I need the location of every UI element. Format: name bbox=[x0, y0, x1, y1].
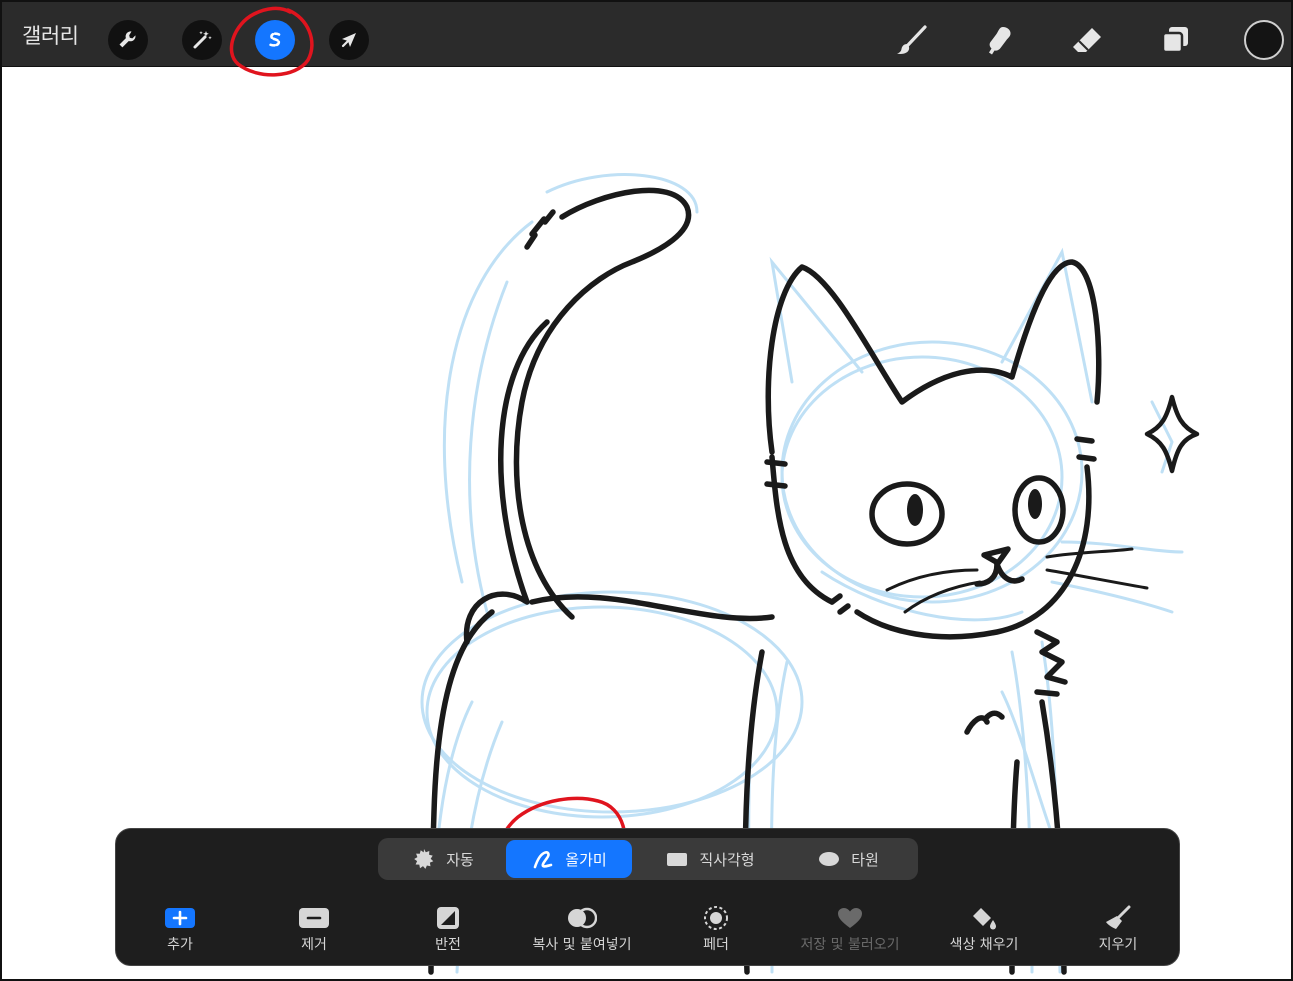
save-load-button-label: 저장 및 불러오기 bbox=[800, 937, 900, 953]
app-window: 갤러리 자동 올가미 직사각형 타원 추가 제거 반전 복사 및 붙여넣기 페더… bbox=[0, 0, 1293, 981]
color-fill-button[interactable]: 색상 채우기 bbox=[914, 905, 1054, 957]
copy-paste-button[interactable]: 복사 및 붙여넣기 bbox=[512, 905, 652, 957]
wrench-icon bbox=[119, 31, 136, 48]
selection-button[interactable] bbox=[255, 20, 295, 60]
lasso-icon bbox=[533, 851, 553, 869]
mode-auto[interactable]: 자동 bbox=[384, 840, 502, 878]
gallery-button[interactable]: 갤러리 bbox=[22, 24, 79, 48]
color-fill-icon bbox=[973, 908, 996, 930]
copy-paste-icon bbox=[568, 907, 597, 929]
remove-icon bbox=[299, 908, 329, 928]
transform-button[interactable] bbox=[329, 20, 369, 60]
color-fill-button-label: 색상 채우기 bbox=[949, 937, 1019, 953]
cat-pupils bbox=[907, 489, 1042, 526]
clear-button-label: 지우기 bbox=[1098, 937, 1138, 953]
selection-mode-segment: 자동 올가미 직사각형 타원 bbox=[378, 838, 918, 880]
smudge-button[interactable] bbox=[978, 20, 1020, 62]
brush-icon bbox=[897, 25, 927, 54]
smudge-icon bbox=[989, 27, 1011, 55]
arrow-cursor-icon bbox=[341, 33, 356, 48]
mode-lasso[interactable]: 올가미 bbox=[506, 840, 632, 878]
mode-rectangle-label: 직사각형 bbox=[699, 850, 755, 869]
broom-icon bbox=[1106, 905, 1131, 929]
actions-button[interactable] bbox=[108, 20, 148, 60]
remove-button[interactable]: 제거 bbox=[244, 905, 384, 957]
add-icon bbox=[165, 908, 195, 928]
mode-ellipse-label: 타원 bbox=[851, 850, 879, 869]
eraser-button[interactable] bbox=[1066, 20, 1108, 62]
selection-s-icon bbox=[268, 32, 281, 47]
feather-button[interactable]: 페더 bbox=[646, 905, 786, 957]
auto-select-icon bbox=[414, 849, 434, 869]
copy-paste-button-label: 복사 및 붙여넣기 bbox=[532, 937, 632, 953]
magic-wand-icon bbox=[193, 31, 212, 49]
mode-lasso-label: 올가미 bbox=[565, 850, 607, 869]
add-button[interactable]: 추가 bbox=[110, 905, 250, 957]
heart-icon bbox=[838, 908, 862, 928]
feather-icon bbox=[704, 906, 728, 930]
mode-ellipse[interactable]: 타원 bbox=[788, 840, 908, 878]
layers-button[interactable] bbox=[1154, 20, 1196, 62]
top-toolbar: 갤러리 bbox=[2, 2, 1291, 67]
clear-button[interactable]: 지우기 bbox=[1048, 905, 1188, 957]
color-picker-button[interactable] bbox=[1244, 20, 1284, 60]
add-button-label: 추가 bbox=[167, 937, 193, 953]
invert-icon bbox=[437, 907, 459, 929]
layers-icon bbox=[1161, 27, 1188, 54]
selection-panel: 자동 올가미 직사각형 타원 추가 제거 반전 복사 및 붙여넣기 페더 저장 … bbox=[115, 828, 1180, 966]
ellipse-icon bbox=[819, 852, 840, 866]
rectangle-icon bbox=[667, 853, 688, 866]
invert-button[interactable]: 반전 bbox=[378, 905, 518, 957]
mode-rectangle[interactable]: 직사각형 bbox=[640, 840, 780, 878]
invert-button-label: 반전 bbox=[435, 937, 461, 953]
save-load-button[interactable]: 저장 및 불러오기 bbox=[780, 905, 920, 957]
eraser-icon bbox=[1073, 28, 1101, 52]
adjustments-button[interactable] bbox=[182, 20, 222, 60]
feather-button-label: 페더 bbox=[703, 937, 729, 953]
mode-auto-label: 자동 bbox=[446, 850, 474, 869]
remove-button-label: 제거 bbox=[301, 937, 327, 953]
brush-button[interactable] bbox=[890, 20, 932, 62]
